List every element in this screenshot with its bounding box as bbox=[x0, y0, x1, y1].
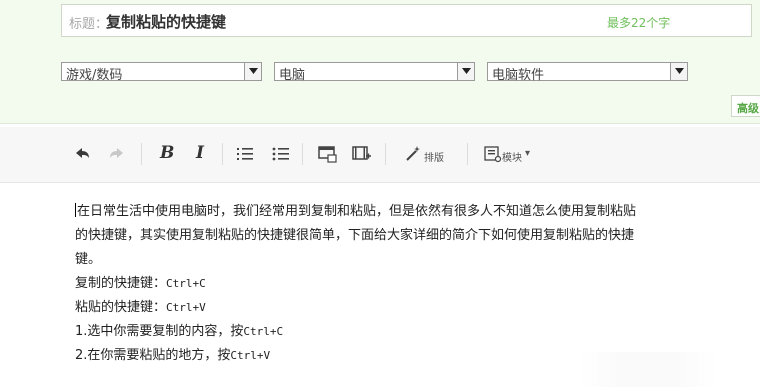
title-value[interactable]: 复制粘贴的快捷键 bbox=[106, 11, 226, 32]
toolbar-divider bbox=[467, 143, 468, 165]
module-icon[interactable] bbox=[484, 145, 502, 167]
step-1-line: 1.选中你需要复制的内容，按Ctrl+C bbox=[75, 324, 284, 339]
title-length-hint: 最多22个字 bbox=[607, 16, 671, 30]
chevron-down-icon[interactable]: ▾ bbox=[525, 148, 530, 159]
editor-content[interactable]: 在日常生活中使用电脑时，我们经常用到复制和粘贴，但是依然有很多人不知道怎么使用复… bbox=[75, 200, 715, 368]
advanced-tab-label: 高级 bbox=[737, 102, 759, 115]
magic-wand-icon[interactable] bbox=[404, 145, 422, 167]
category-select-3-value: 电脑软件 bbox=[492, 68, 545, 83]
redo-icon[interactable] bbox=[107, 145, 125, 167]
category-select-2[interactable]: 电脑 bbox=[274, 62, 475, 83]
decorative-fade bbox=[578, 352, 718, 387]
chevron-down-icon[interactable] bbox=[244, 63, 261, 80]
paragraph-line: 在日常生活中使用电脑时，我们经常用到复制和粘贴，但是依然有很多人不知道怎么使用复… bbox=[75, 203, 637, 219]
editor-toolbar: B I 排版 模块 ▾ bbox=[0, 127, 760, 183]
insert-image-icon[interactable] bbox=[318, 145, 338, 167]
toolbar-divider bbox=[385, 143, 386, 165]
category-select-2-value: 电脑 bbox=[279, 68, 306, 83]
paste-shortcut-line: 粘贴的快捷键：Ctrl+V bbox=[75, 300, 206, 315]
title-prefix-label: 标题： bbox=[69, 17, 109, 32]
italic-button[interactable]: I bbox=[196, 143, 204, 163]
toolbar-divider bbox=[141, 143, 142, 165]
ordered-list-icon[interactable] bbox=[236, 145, 254, 167]
article-settings-panel: 标题： 复制粘贴的快捷键 最多22个字 游戏/数码 电脑 电脑软件 高级 bbox=[0, 0, 760, 124]
undo-icon[interactable] bbox=[74, 145, 92, 167]
unordered-list-icon[interactable] bbox=[272, 145, 290, 167]
module-label[interactable]: 模块 bbox=[502, 149, 522, 164]
typeset-label[interactable]: 排版 bbox=[424, 149, 444, 164]
text-cursor bbox=[75, 203, 76, 217]
category-select-3[interactable]: 电脑软件 bbox=[487, 62, 688, 83]
category-select-1-value: 游戏/数码 bbox=[66, 68, 123, 83]
chevron-down-icon[interactable] bbox=[670, 63, 687, 80]
category-select-1[interactable]: 游戏/数码 bbox=[61, 62, 262, 83]
toolbar-divider bbox=[302, 143, 303, 165]
title-input[interactable]: 标题： 复制粘贴的快捷键 最多22个字 bbox=[61, 4, 752, 37]
copy-shortcut-line: 复制的快捷键：Ctrl+C bbox=[75, 276, 206, 291]
toolbar-divider bbox=[222, 143, 223, 165]
bold-button[interactable]: B bbox=[160, 143, 174, 163]
paragraph-line: 的快捷键，其实使用复制粘贴的快捷键很简单，下面给大家详细的简介下如何使用复制粘贴… bbox=[75, 228, 635, 243]
chevron-down-icon[interactable] bbox=[457, 63, 474, 80]
insert-video-icon[interactable] bbox=[352, 145, 372, 167]
advanced-tab[interactable]: 高级 bbox=[731, 95, 760, 117]
paragraph-line: 键。 bbox=[75, 252, 102, 267]
